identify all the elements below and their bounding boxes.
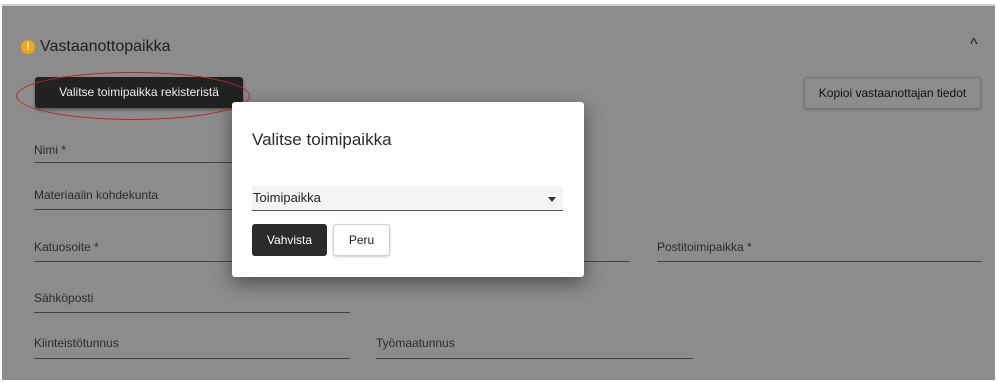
confirm-button[interactable]: Vahvista xyxy=(252,224,327,256)
name-field[interactable] xyxy=(34,162,234,163)
cancel-button[interactable]: Peru xyxy=(333,224,390,256)
caret-down-icon xyxy=(548,197,556,202)
name-field-label: Nimi * xyxy=(34,143,66,157)
site-select[interactable]: Toimipaikka xyxy=(252,186,563,211)
property-id-field[interactable] xyxy=(34,358,350,359)
material-municipality-label: Materiaalin kohdekunta xyxy=(34,188,159,202)
dialog-title: Valitse toimipaikka xyxy=(252,130,392,149)
select-site-dialog: Valitse toimipaikka Toimipaikka Vahvista… xyxy=(232,102,584,277)
chevron-up-icon[interactable]: ^ xyxy=(970,36,978,54)
warning-icon: ! xyxy=(21,40,35,54)
street-address-field[interactable] xyxy=(34,261,234,262)
worksite-id-field[interactable] xyxy=(376,358,693,359)
material-municipality-field[interactable] xyxy=(34,209,234,210)
site-select-value: Toimipaikka xyxy=(253,190,321,205)
email-label: Sähköposti xyxy=(34,291,94,305)
copy-recipient-button[interactable]: Kopioi vastaanottajan tiedot xyxy=(804,77,981,109)
property-id-label: Kiinteistötunnus xyxy=(34,336,119,350)
post-office-label: Postitoimipaikka * xyxy=(657,240,752,254)
street-address-label: Katuosoite * xyxy=(34,240,99,254)
section-title: Vastaanottopaikka xyxy=(40,38,171,55)
post-office-field[interactable] xyxy=(657,261,982,262)
worksite-id-label: Työmaatunnus xyxy=(376,336,455,350)
email-field[interactable] xyxy=(34,312,350,313)
postal-code-field[interactable] xyxy=(582,261,630,262)
highlight-annotation xyxy=(16,72,250,120)
